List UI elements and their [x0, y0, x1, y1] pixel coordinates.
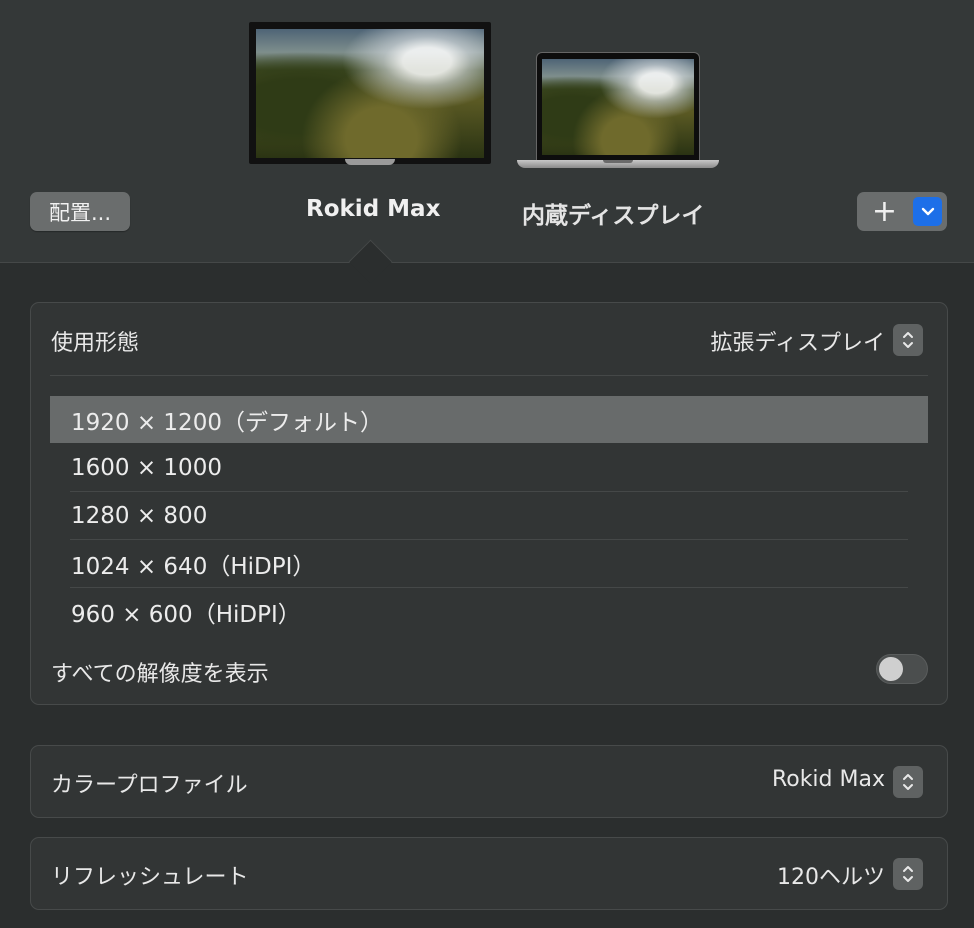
- resolution-option[interactable]: 960 × 600（HiDPI）: [50, 588, 928, 635]
- monitor-stand: [345, 159, 395, 165]
- refresh-rate-stepper-icon[interactable]: [893, 858, 923, 890]
- resolution-option[interactable]: 1600 × 1000: [50, 444, 928, 491]
- show-all-resolutions-toggle[interactable]: [876, 654, 928, 684]
- resolution-label: 1600 × 1000: [71, 454, 222, 481]
- resolution-option[interactable]: 1024 × 640（HiDPI）: [50, 540, 928, 587]
- refresh-rate-panel: リフレッシュレート 120ヘルツ: [30, 837, 948, 910]
- builtin-display-thumbnail[interactable]: [517, 52, 719, 174]
- chevron-down-icon[interactable]: [913, 197, 942, 226]
- show-all-resolutions-label: すべての解像度を表示: [51, 662, 269, 687]
- usage-stepper-icon[interactable]: [893, 324, 923, 356]
- display-header: 配置... Rokid Max 内蔵ディスプレイ +: [0, 0, 974, 263]
- resolution-option[interactable]: 1920 × 1200（デフォルト）: [50, 396, 928, 443]
- resolution-label: 960 × 600（HiDPI）: [71, 601, 301, 628]
- rokid-max-display-thumbnail[interactable]: [249, 22, 491, 166]
- display-settings-panel: 使用形態 拡張ディスプレイ 1920 × 1200（デフォルト） 1600 × …: [30, 302, 948, 705]
- resolution-label: 1024 × 640（HiDPI）: [71, 553, 316, 580]
- display-name-rokid-max[interactable]: Rokid Max: [306, 196, 440, 222]
- color-profile-panel: カラープロファイル Rokid Max: [30, 745, 948, 818]
- wallpaper-preview: [542, 59, 694, 155]
- color-profile-value[interactable]: Rokid Max: [772, 767, 885, 792]
- refresh-rate-label: リフレッシュレート: [51, 865, 249, 890]
- resolution-label: 1920 × 1200（デフォルト）: [71, 409, 383, 436]
- laptop-lid: [536, 52, 700, 162]
- add-display-button[interactable]: +: [857, 192, 912, 231]
- usage-label: 使用形態: [51, 331, 140, 356]
- resolution-label: 1280 × 800: [71, 502, 208, 529]
- add-display-control[interactable]: +: [857, 192, 947, 231]
- toggle-knob: [879, 657, 903, 681]
- color-profile-label: カラープロファイル: [51, 773, 248, 798]
- arrange-button[interactable]: 配置...: [30, 192, 130, 231]
- color-profile-stepper-icon[interactable]: [893, 766, 923, 798]
- display-name-builtin[interactable]: 内蔵ディスプレイ: [522, 196, 704, 230]
- usage-value[interactable]: 拡張ディスプレイ: [711, 325, 885, 357]
- wallpaper-preview: [256, 29, 484, 158]
- divider: [50, 375, 928, 376]
- monitor-bezel: [249, 22, 491, 164]
- laptop-notch: [603, 160, 633, 163]
- refresh-rate-value[interactable]: 120ヘルツ: [777, 859, 885, 891]
- resolution-option[interactable]: 1280 × 800: [50, 492, 928, 539]
